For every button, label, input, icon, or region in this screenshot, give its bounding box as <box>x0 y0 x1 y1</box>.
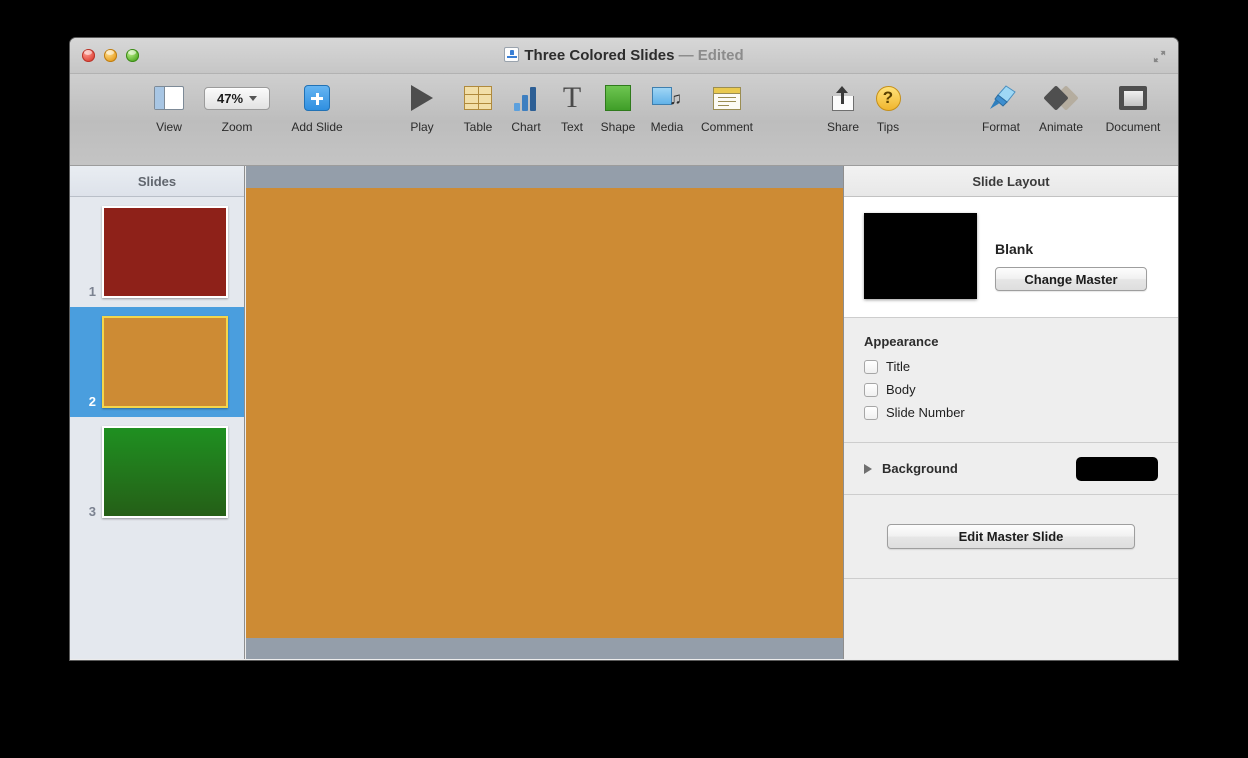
comment-note-icon <box>713 87 741 110</box>
zoom-select[interactable]: 47% <box>204 87 270 110</box>
slide-navigator: Slides 1 2 3 <box>70 166 245 659</box>
slide-thumbnail[interactable] <box>102 316 228 408</box>
toolbar-animate-label: Animate <box>1026 120 1096 134</box>
appearance-checkbox-row[interactable]: Title <box>864 359 1158 374</box>
document-icon <box>1119 86 1147 110</box>
toolbar-play-label: Play <box>396 120 448 134</box>
toolbar-view-button[interactable]: View <box>144 82 194 134</box>
inspector-empty-area <box>844 579 1178 659</box>
checkbox-icon[interactable] <box>864 406 878 420</box>
slide-number-label: 2 <box>70 394 102 409</box>
checkbox-label: Body <box>886 382 916 397</box>
slide-list-item[interactable]: 3 <box>70 417 244 527</box>
edit-master-section: Edit Master Slide <box>844 495 1178 579</box>
toolbar-share-button[interactable]: Share <box>815 82 871 134</box>
window-title: Three Colored Slides — Edited <box>70 47 1178 64</box>
appearance-checkbox-row[interactable]: Body <box>864 382 1158 397</box>
photo-music-icon: ♫ <box>652 86 682 110</box>
main-toolbar: View 47% Zoom Add Slide Play Table <box>70 74 1178 166</box>
master-name-label: Blank <box>995 241 1147 257</box>
slide-list-item[interactable]: 1 <box>70 197 244 307</box>
text-t-icon: T <box>563 85 581 111</box>
background-label: Background <box>882 461 958 476</box>
toolbar-format-label: Format <box>968 120 1034 134</box>
toolbar-zoom-label: Zoom <box>200 120 274 134</box>
green-square-icon <box>605 85 631 111</box>
fullscreen-expand-icon[interactable] <box>1152 49 1167 64</box>
keynote-document-icon <box>504 47 519 62</box>
edit-master-slide-button[interactable]: Edit Master Slide <box>887 524 1135 549</box>
chevron-down-icon <box>249 96 257 101</box>
toolbar-comment-label: Comment <box>684 120 770 134</box>
play-triangle-icon <box>411 85 433 111</box>
share-upload-icon <box>832 86 854 111</box>
slide-thumbnail[interactable] <box>102 206 228 298</box>
inspector-header: Slide Layout <box>844 166 1178 197</box>
plus-icon <box>304 85 330 111</box>
slide-layout-inspector: Slide Layout Blank Change Master Appeara… <box>843 166 1178 659</box>
checkbox-label: Slide Number <box>886 405 965 420</box>
toolbar-share-label: Share <box>815 120 871 134</box>
checkbox-icon[interactable] <box>864 360 878 374</box>
document-edited-status: Edited <box>698 47 744 64</box>
toolbar-document-label: Document <box>1092 120 1174 134</box>
slide-list-item[interactable]: 2 <box>70 307 244 417</box>
toolbar-add-slide-label: Add Slide <box>278 120 356 134</box>
background-color-swatch[interactable] <box>1076 457 1158 481</box>
toolbar-play-button[interactable]: Play <box>396 82 448 134</box>
background-section[interactable]: Background <box>844 443 1178 495</box>
change-master-button[interactable]: Change Master <box>995 267 1147 291</box>
paintbrush-icon <box>986 84 1016 112</box>
appearance-title: Appearance <box>864 334 1158 349</box>
zoom-value: 47% <box>217 91 243 106</box>
toolbar-add-slide-button[interactable]: Add Slide <box>278 82 356 134</box>
master-section: Blank Change Master <box>844 197 1178 318</box>
window-body: Slides 1 2 3 Slide Layout Blank Change Mas… <box>70 166 1178 659</box>
toolbar-zoom-control[interactable]: 47% Zoom <box>200 82 274 134</box>
checkbox-label: Title <box>886 359 910 374</box>
toolbar-animate-button[interactable]: Animate <box>1026 82 1096 134</box>
toolbar-tips-label: Tips <box>864 120 912 134</box>
table-grid-icon <box>464 86 492 110</box>
view-panels-icon <box>154 86 184 110</box>
toolbar-tips-button[interactable]: ? Tips <box>864 82 912 134</box>
appearance-checkbox-row[interactable]: Slide Number <box>864 405 1158 420</box>
disclosure-triangle-collapsed-icon[interactable] <box>864 464 872 474</box>
window-titlebar: Three Colored Slides — Edited <box>70 38 1178 74</box>
document-title: Three Colored Slides <box>524 47 674 64</box>
checkbox-icon[interactable] <box>864 383 878 397</box>
bar-chart-icon <box>512 85 540 111</box>
slide-number-label: 3 <box>70 504 102 519</box>
document-title-separator: — <box>679 47 694 64</box>
slide-navigator-header: Slides <box>70 166 244 197</box>
toolbar-document-button[interactable]: Document <box>1092 82 1174 134</box>
slide-list: 1 2 3 <box>70 197 244 527</box>
diamonds-icon <box>1044 86 1078 110</box>
toolbar-format-button[interactable]: Format <box>968 82 1034 134</box>
slide-canvas[interactable] <box>246 166 843 659</box>
toolbar-comment-button[interactable]: Comment <box>684 82 770 134</box>
slide-thumbnail[interactable] <box>102 426 228 518</box>
appearance-options: Title Body Slide Number <box>864 359 1158 420</box>
toolbar-view-label: View <box>144 120 194 134</box>
current-slide[interactable] <box>246 188 843 638</box>
master-info: Blank Change Master <box>995 213 1147 299</box>
master-thumbnail[interactable] <box>864 213 977 299</box>
keynote-window: Three Colored Slides — Edited View 47% Z… <box>70 38 1178 660</box>
slide-number-label: 1 <box>70 284 102 299</box>
appearance-section: Appearance Title Body Slide Number <box>844 318 1178 443</box>
question-mark-icon: ? <box>876 86 901 111</box>
